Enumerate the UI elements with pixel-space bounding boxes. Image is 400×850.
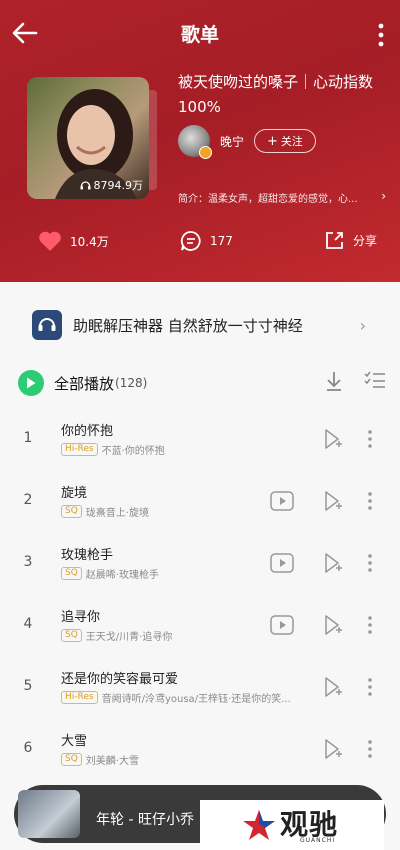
quality-badge: SQ [61,753,82,766]
page-title: 歌单 [180,24,219,46]
playlist-cover[interactable]: 8794.9万 [27,77,149,199]
follow-button[interactable]: + 关注 [254,129,316,153]
add-to-playlist-icon[interactable] [321,490,343,512]
quality-badge: SQ [61,629,82,642]
track-row[interactable]: 2 旋境 SQ 珑熹音上·旋境 [0,472,400,534]
track-index: 1 [23,430,33,446]
playlist-header: 歌单 8794.9万 被天使吻过的嗓子｜心动指数100% 晚宁 + 关注 简介：… [0,0,400,282]
creator-avatar[interactable] [178,125,212,159]
more-vertical-icon[interactable] [366,614,374,636]
track-meta: SQ 王天戈/川青·追寻你 [61,628,172,643]
track-row[interactable]: 1 你的怀抱 Hi-Res 不蓝·你的怀抱 [0,410,400,472]
add-to-playlist-icon[interactable] [321,428,343,450]
comment-button[interactable]: 177 [180,230,233,252]
track-name[interactable]: 旋境 [61,482,87,501]
add-to-playlist-icon[interactable] [321,614,343,636]
play-all-button[interactable] [18,370,44,396]
track-artist: 王天戈/川青·追寻你 [85,632,173,643]
track-index: 6 [23,740,33,756]
playlist-body: 助眠解压神器 自然舒放一寸寸神经 › 全部播放 (128) 1 你的怀抱 Hi-Re… [0,282,400,850]
comment-icon [180,231,201,251]
quality-badge: SQ [61,567,82,580]
heart-icon [39,231,61,251]
share-icon [326,232,343,249]
track-artist: 珑熹音上·旋境 [85,508,149,519]
mv-play-icon[interactable] [270,552,294,574]
track-index: 2 [23,492,33,508]
more-vertical-icon[interactable] [366,490,374,512]
track-row[interactable]: 6 大雪 SQ 刘美麟·大雪 [0,720,400,782]
track-row[interactable]: 4 追寻你 SQ 王天戈/川青·追寻你 [0,596,400,658]
add-to-playlist-icon[interactable] [321,676,343,698]
like-button[interactable]: 10.4万 [38,230,109,252]
track-meta: Hi-Res 不蓝·你的怀抱 [61,442,165,457]
track-index: 4 [23,616,33,632]
quality-badge: Hi-Res [61,443,98,456]
track-row[interactable]: 5 还是你的笑容最可爱 Hi-Res 音阙诗听/泠鸢yousa/王梓钰·还是你的笑..… [0,658,400,720]
play-count-value: 8794.9万 [93,179,144,192]
headphones-icon [80,181,90,190]
banner-text: 助眠解压神器 自然舒放一寸寸神经 [73,316,303,335]
action-row: 10.4万 177 分享 [0,226,400,260]
track-meta: Hi-Res 音阙诗听/泠鸢yousa/王梓钰·还是你的笑... [61,690,291,705]
promo-banner[interactable]: 助眠解压神器 自然舒放一寸寸神经 › [32,308,366,342]
play-count: 8794.9万 [80,177,144,193]
track-name[interactable]: 大雪 [61,730,87,749]
more-vertical-icon[interactable] [366,552,374,574]
track-name[interactable]: 你的怀抱 [61,420,113,439]
multi-select-icon[interactable] [364,371,386,389]
share-button[interactable]: 分享 [324,230,377,251]
track-name[interactable]: 还是你的笑容最可爱 [61,668,178,687]
top-bar: 歌单 [0,0,400,66]
comment-count: 177 [210,234,233,248]
track-name[interactable]: 追寻你 [61,606,100,625]
more-vertical-icon[interactable] [366,738,374,760]
playlist-title: 被天使吻过的嗓子｜心动指数100% [178,73,374,116]
mini-player-title[interactable]: 年轮 - 旺仔小乔 [96,809,194,829]
track-artist: 刘美麟·大雪 [85,756,139,767]
track-artist: 不蓝·你的怀抱 [101,446,165,457]
plus-icon: + [267,133,278,149]
play-all-count: (128) [115,376,148,390]
track-artist: 赵晨唏·玫瑰枪手 [85,570,159,581]
creator-name[interactable]: 晚宁 [220,133,244,150]
quality-badge: Hi-Res [61,691,98,704]
chevron-right-icon[interactable]: › [381,189,386,203]
track-row[interactable]: 3 玫瑰枪手 SQ 赵晨唏·玫瑰枪手 [0,534,400,596]
add-to-playlist-icon[interactable] [321,738,343,760]
like-count: 10.4万 [70,234,109,249]
mv-play-icon[interactable] [270,614,294,636]
star-logo-icon [243,810,275,840]
track-index: 3 [23,554,33,570]
sleep-app-icon [32,310,62,340]
watermark-text: 观驰 [280,808,339,841]
mv-play-icon[interactable] [270,490,294,512]
track-meta: SQ 赵晨唏·玫瑰枪手 [61,566,159,581]
add-to-playlist-icon[interactable] [321,552,343,574]
mini-player-cover[interactable] [18,790,80,838]
track-meta: SQ 珑熹音上·旋境 [61,504,149,519]
watermark: 观驰 GUANCHI [200,800,384,850]
share-label: 分享 [353,234,378,248]
more-vertical-icon[interactable] [376,22,386,48]
watermark-subtext: GUANCHI [300,837,336,844]
track-name[interactable]: 玫瑰枪手 [61,544,113,563]
follow-label: 关注 [280,135,303,148]
track-artist: 音阙诗听/泠鸢yousa/王梓钰·还是你的笑... [101,694,291,705]
vip-badge-icon [199,146,212,159]
creator-row: 晚宁 + 关注 [178,125,316,159]
play-icon [27,377,36,389]
cover-stack-edge [149,90,157,190]
quality-badge: SQ [61,505,82,518]
play-all-label[interactable]: 全部播放 [54,373,114,394]
play-all-row: 全部播放 (128) [18,368,386,398]
download-icon[interactable] [324,370,344,392]
playlist-intro[interactable]: 简介：温柔女声，超甜恋爱的感觉，心... [178,190,383,205]
chevron-right-icon: › [359,316,366,335]
track-index: 5 [23,678,33,694]
more-vertical-icon[interactable] [366,676,374,698]
track-meta: SQ 刘美麟·大雪 [61,752,139,767]
more-vertical-icon[interactable] [366,428,374,450]
